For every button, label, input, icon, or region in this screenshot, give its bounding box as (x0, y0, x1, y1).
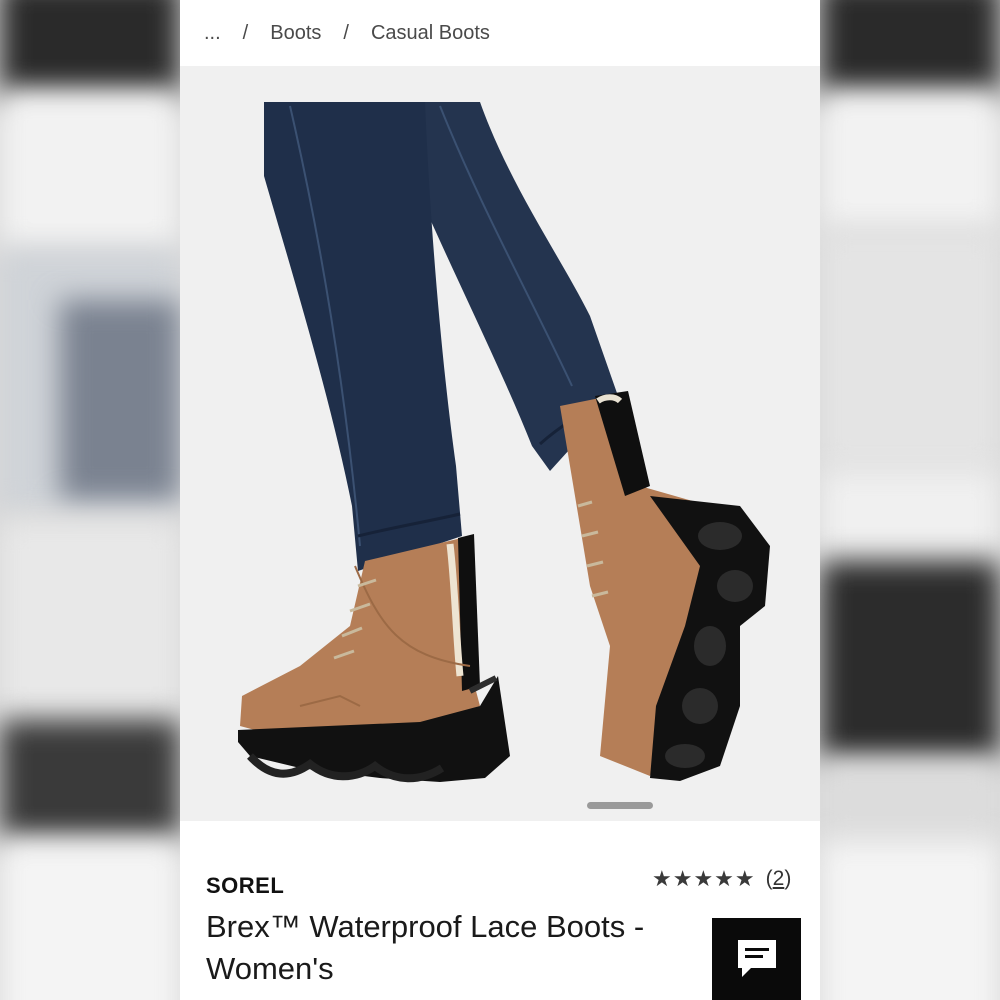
breadcrumb-boots[interactable]: Boots (270, 22, 321, 45)
review-count-open: ( (765, 867, 773, 890)
gallery-pager-indicator[interactable] (587, 802, 653, 809)
breadcrumb-casual-boots[interactable]: Casual Boots (371, 22, 490, 45)
product-brand[interactable]: SOREL (206, 873, 284, 899)
review-count-link[interactable]: (2) (766, 867, 792, 891)
background-blur-left (0, 0, 180, 1000)
review-count-close: ) (784, 867, 792, 890)
chat-bubble-icon (737, 940, 776, 977)
breadcrumb: ... / Boots / Casual Boots (180, 0, 820, 66)
chat-button[interactable] (712, 918, 801, 1000)
product-image (238, 102, 770, 783)
product-image-gallery[interactable] (180, 66, 820, 821)
breadcrumb-separator: / (242, 21, 249, 44)
background-blur-right (820, 0, 1000, 1000)
product-page-panel: ... / Boots / Casual Boots SOREL ★★★★★ (… (180, 0, 820, 1000)
review-count: 2 (772, 867, 785, 890)
breadcrumb-ellipsis[interactable]: ... (204, 22, 221, 45)
breadcrumb-separator: / (343, 21, 349, 44)
product-rating[interactable]: ★★★★★ (2) (652, 866, 791, 892)
product-title: Brex™ Waterproof Lace Boots - Women's (206, 909, 645, 986)
rating-stars-icon: ★★★★★ (652, 866, 756, 891)
